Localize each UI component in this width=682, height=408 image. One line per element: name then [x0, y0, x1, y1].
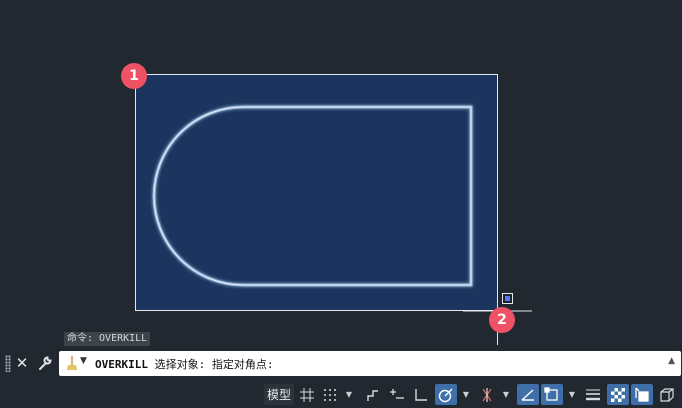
marker-first-corner: 1 — [121, 63, 147, 89]
selection-window — [135, 74, 498, 311]
selection-cycling-icon[interactable] — [631, 384, 653, 405]
snap-dropdown-icon[interactable]: ▼ — [344, 384, 354, 405]
grid-icon[interactable] — [297, 384, 317, 405]
wrench-icon[interactable] — [35, 353, 55, 373]
lineweight-icon[interactable] — [583, 384, 603, 405]
model-tab[interactable]: 模型 — [264, 384, 294, 405]
command-prompt: 选择对象: 指定对角点: — [147, 358, 274, 371]
drawing-canvas[interactable] — [0, 0, 682, 345]
object-snap-dropdown-icon[interactable]: ▼ — [567, 384, 577, 405]
recent-commands-dropdown-icon[interactable]: ▼ — [80, 356, 87, 366]
isodraft-dropdown-icon[interactable]: ▼ — [501, 384, 511, 405]
object-snap-icon[interactable] — [541, 384, 563, 405]
close-icon[interactable]: ✕ — [12, 353, 32, 373]
chevron-up-icon[interactable]: ▲ — [668, 356, 675, 366]
status-bar: 模型 ▼ ▼ ▼ ▼ — [0, 381, 682, 408]
cursor-pickbox-inner — [505, 296, 510, 301]
3d-object-snap-icon[interactable] — [656, 384, 678, 405]
isodraft-icon[interactable] — [477, 384, 497, 405]
command-history: 命令: OVERKILL — [64, 332, 151, 346]
dynamic-input-icon[interactable] — [387, 384, 407, 405]
transparency-icon[interactable] — [607, 384, 629, 405]
command-bar: ✕ ▼ OVERKILL 选择对象: 指定对角点: ▲ — [0, 349, 682, 378]
command-bar-grip[interactable] — [5, 355, 11, 372]
snap-grid-icon[interactable] — [320, 384, 340, 405]
marker-second-corner: 2 — [489, 307, 515, 333]
command-input[interactable]: ▼ OVERKILL 选择对象: 指定对角点: ▲ — [59, 351, 681, 376]
ortho-mode-icon[interactable] — [411, 384, 431, 405]
infer-constraints-icon[interactable] — [363, 384, 383, 405]
polar-tracking-icon[interactable] — [435, 384, 457, 405]
polar-dropdown-icon[interactable]: ▼ — [461, 384, 471, 405]
object-snap-tracking-icon[interactable] — [517, 384, 539, 405]
broom-icon — [67, 356, 77, 370]
command-name: OVERKILL — [95, 358, 148, 371]
